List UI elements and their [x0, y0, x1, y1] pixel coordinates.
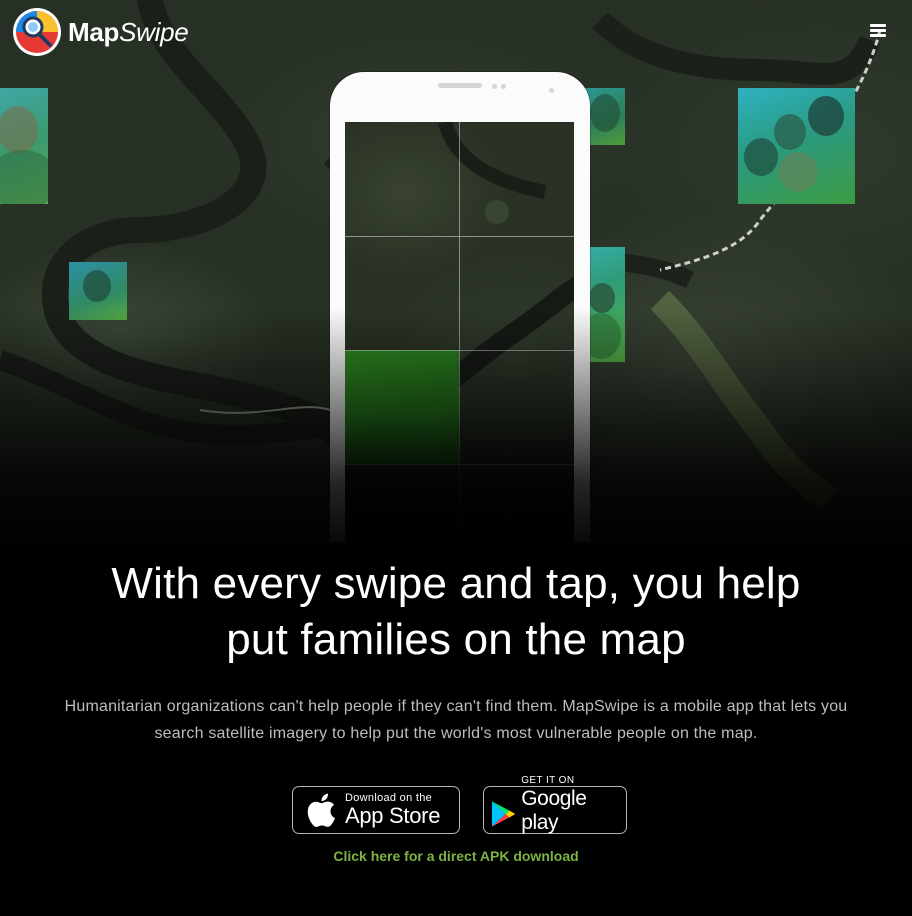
description-line: Humanitarian organizations can't help pe…: [64, 698, 848, 715]
hero-description: Humanitarian organizations can't help pe…: [30, 693, 882, 747]
apple-icon: [307, 793, 335, 827]
google-play-button[interactable]: GET IT ON Google play: [483, 775, 627, 835]
hamburger-menu-icon[interactable]: [866, 22, 890, 42]
description-line: search satellite imagery to help put the…: [154, 725, 758, 742]
logo-text-map: Map: [68, 16, 120, 47]
google-play-labels: GET IT ON Google play: [521, 775, 626, 835]
app-store-button[interactable]: Download on the App Store: [292, 786, 460, 834]
apk-download-link[interactable]: Click here for a direct APK download: [0, 848, 912, 864]
mapswipe-logo-icon: [13, 8, 61, 56]
logo-wordmark: MapSwipe: [68, 16, 189, 48]
hero-fade-overlay: [0, 0, 912, 560]
menu-bar: [870, 29, 886, 32]
logo-text-swipe: Swipe: [119, 16, 189, 47]
hero-headline: With every swipe and tap, you help put f…: [60, 556, 852, 668]
google-play-big-text: Google play: [521, 787, 587, 834]
app-store-labels: Download on the App Store: [345, 792, 440, 828]
menu-bar: [870, 34, 886, 37]
google-play-small-text: GET IT ON: [521, 775, 575, 786]
menu-bar: [870, 24, 886, 27]
app-store-big-text: App Store: [345, 803, 441, 828]
headline-line: put families on the map: [226, 615, 686, 664]
headline-line: With every swipe and tap, you help: [111, 559, 801, 608]
mapswipe-logo[interactable]: MapSwipe: [12, 7, 189, 57]
google-play-icon: [491, 801, 516, 827]
